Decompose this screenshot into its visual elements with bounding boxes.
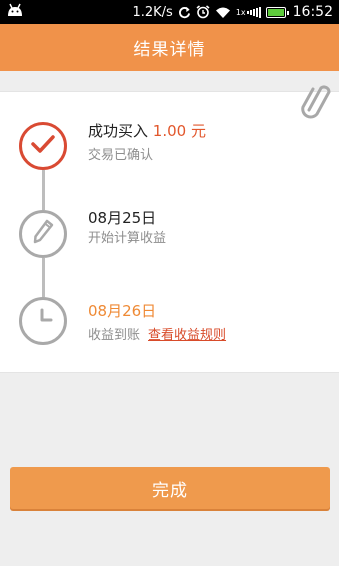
check-icon [30,133,56,159]
step-start-earning: 08月25日 开始计算收益 [88,208,166,248]
step-start-date: 08月25日 [88,209,157,227]
step-purchase-subtitle: 交易已确认 [88,148,154,163]
wifi-icon [215,6,231,19]
step-pending-indicator [19,297,67,345]
pencil-icon [31,219,55,249]
network-type-label: 1x [235,7,246,17]
network-speed: 1.2K/s [132,4,173,20]
timeline-connector [42,170,45,210]
view-earning-rules-link[interactable]: 查看收益规则 [148,328,226,343]
alarm-icon [196,5,210,19]
status-right: 1.2K/s 1x 16:52 [132,4,333,20]
clock-icon [29,305,57,337]
page-title: 结果详情 [133,40,206,60]
battery-icon [265,6,289,18]
finish-button[interactable]: 完成 [10,467,330,509]
step-start-subtitle: 开始计算收益 [88,231,167,246]
android-icon [6,3,24,21]
clock: 16:52 [292,4,333,20]
step-done-indicator [19,122,67,170]
arrival-label: 收益到账 [88,328,141,343]
step-arrival-subtitle: 收益到账 查看收益规则 [88,327,226,345]
cellular-signal-icon: 1x [236,6,261,18]
step-purchase: 成功买入 1.00 元 交易已确认 [88,121,206,165]
step-purchase-title: 成功买入 1.00 元 [88,121,206,141]
purchase-label: 成功买入 [88,122,149,140]
sync-icon [178,6,191,19]
purchase-amount: 1.00 元 [152,122,206,140]
app-header: 结果详情 [0,24,339,71]
step-income-arrival: 08月26日 收益到账 查看收益规则 [88,301,226,345]
result-card: 成功买入 1.00 元 交易已确认 08月25日 开始计算收益 08月26日 收… [0,85,339,373]
status-left [6,3,24,21]
status-bar: 1.2K/s 1x 16:52 [0,0,339,24]
step-arrival-date: 08月26日 [88,302,157,320]
timeline-connector [42,258,45,297]
paperclip-icon [301,80,331,124]
step-pending-indicator [19,210,67,258]
